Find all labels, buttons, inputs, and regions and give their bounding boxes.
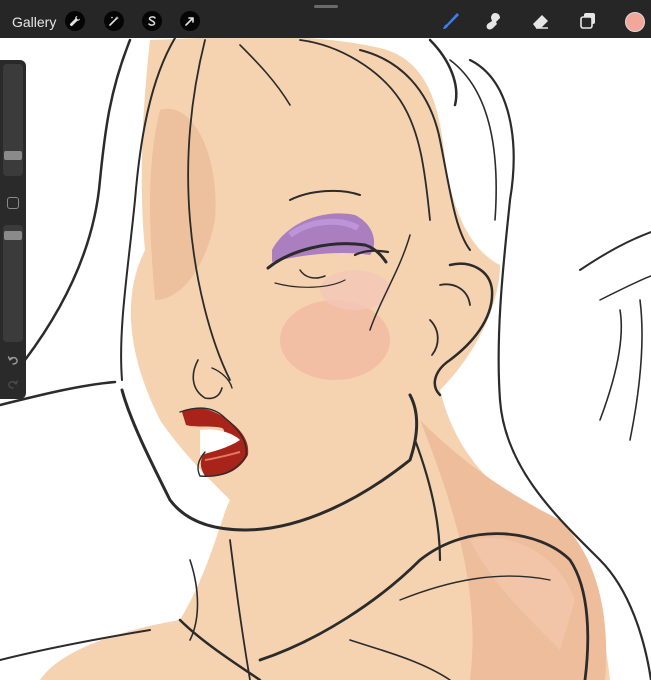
opacity-slider[interactable] — [3, 225, 23, 342]
undo-button[interactable] — [5, 352, 21, 368]
smudge-icon — [486, 13, 500, 30]
actions-button[interactable] — [65, 11, 85, 31]
color-picker-button[interactable] — [625, 12, 645, 32]
wrench-icon — [69, 16, 80, 27]
square-modify-icon[interactable] — [7, 197, 19, 209]
selection-s-icon — [148, 16, 156, 26]
drawing-canvas[interactable] — [0, 0, 651, 680]
brush-icon — [443, 13, 459, 29]
top-toolbar: Gallery — [0, 0, 651, 38]
arrow-cursor-icon — [185, 17, 194, 26]
undo-icon — [7, 356, 18, 365]
gallery-button[interactable]: Gallery — [12, 14, 56, 30]
redo-icon — [8, 380, 19, 389]
left-sidebar — [0, 60, 26, 399]
procreate-app: Gallery — [0, 0, 651, 680]
brush-size-knob[interactable] — [4, 151, 22, 160]
eraser-icon — [533, 15, 548, 29]
redo-button[interactable] — [5, 376, 21, 392]
grabber-handle[interactable] — [314, 5, 338, 8]
skin-fill — [40, 36, 610, 680]
adjustments-button[interactable] — [104, 11, 124, 31]
brush-button[interactable] — [438, 9, 462, 33]
eraser-button[interactable] — [529, 9, 553, 33]
opacity-knob[interactable] — [4, 231, 22, 240]
smudge-button[interactable] — [482, 9, 506, 33]
layers-button[interactable] — [576, 9, 600, 33]
layers-icon — [580, 13, 595, 29]
selection-button[interactable] — [142, 11, 162, 31]
brush-size-slider[interactable] — [3, 64, 23, 176]
transform-button[interactable] — [180, 11, 200, 31]
magic-wand-icon — [109, 16, 119, 26]
